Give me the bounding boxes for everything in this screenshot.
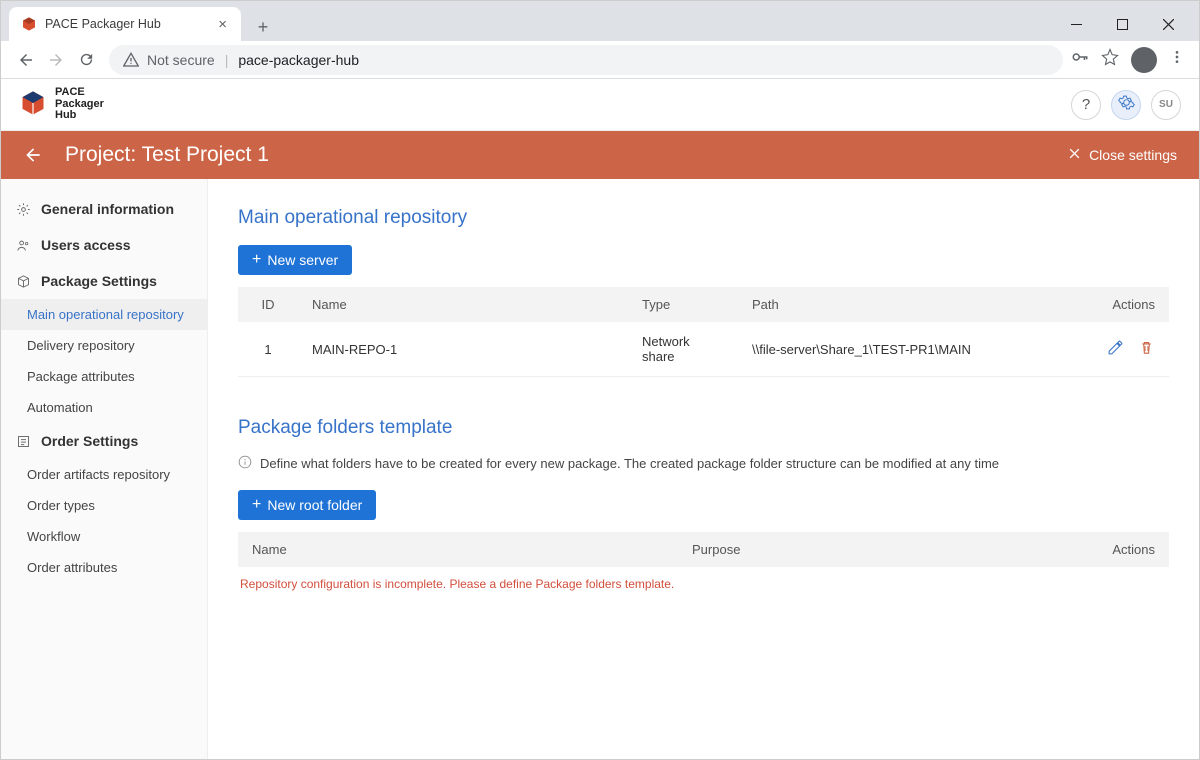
sidebar-item-package-attrs[interactable]: Package attributes	[1, 361, 207, 392]
list-icon	[15, 434, 31, 449]
new-tab-button[interactable]: +	[249, 13, 277, 41]
cell-type: Network share	[628, 322, 738, 377]
cube-icon	[21, 16, 37, 32]
sidebar-item-order-artifacts[interactable]: Order artifacts repository	[1, 459, 207, 490]
close-tab-icon[interactable]: ×	[216, 16, 229, 33]
app-header: PACE Packager Hub ? SU	[1, 79, 1199, 131]
back-arrow-icon[interactable]	[23, 145, 43, 165]
sidebar-general-information[interactable]: General information	[1, 191, 207, 227]
cube-icon	[15, 274, 31, 289]
section-title-repo: Main operational repository	[238, 207, 1169, 229]
plus-icon: +	[252, 497, 261, 513]
help-button[interactable]: ?	[1071, 90, 1101, 120]
col-name: Name	[252, 542, 692, 557]
repo-table: ID Name Type Path Actions 1 MAIN-REPO-1 …	[238, 287, 1169, 377]
new-server-button[interactable]: + New server	[238, 245, 352, 275]
main-content: Main operational repository + New server…	[208, 179, 1199, 759]
sidebar-item-workflow[interactable]: Workflow	[1, 521, 207, 552]
question-icon: ?	[1082, 96, 1090, 113]
sidebar-package-settings[interactable]: Package Settings	[1, 263, 207, 299]
menu-icon[interactable]	[1169, 49, 1185, 70]
col-actions: Actions	[1069, 287, 1169, 322]
key-icon[interactable]	[1071, 48, 1089, 71]
forward-button[interactable]	[41, 45, 71, 75]
browser-tab[interactable]: PACE Packager Hub ×	[9, 7, 241, 41]
address-bar: Not secure | pace-packager-hub	[1, 41, 1199, 79]
sidebar-order-settings[interactable]: Order Settings	[1, 423, 207, 459]
settings-button[interactable]	[1111, 90, 1141, 120]
error-message: Repository configuration is incomplete. …	[238, 567, 1169, 601]
url-text: pace-packager-hub	[238, 52, 359, 68]
info-icon	[238, 455, 252, 472]
window-controls	[1053, 7, 1191, 41]
tab-title: PACE Packager Hub	[45, 17, 161, 31]
sidebar: General information Users access Package…	[1, 179, 208, 759]
col-type: Type	[628, 287, 738, 322]
reload-button[interactable]	[71, 45, 101, 75]
col-name: Name	[298, 287, 628, 322]
col-actions: Actions	[1055, 542, 1155, 557]
gear-icon	[1118, 94, 1135, 115]
close-settings-label: Close settings	[1089, 147, 1177, 163]
gear-icon	[15, 202, 31, 217]
col-id: ID	[238, 287, 298, 322]
project-title: Project: Test Project 1	[65, 143, 269, 167]
back-button[interactable]	[11, 45, 41, 75]
not-secure-icon	[123, 52, 139, 68]
browser-chrome: PACE Packager Hub × +	[1, 1, 1199, 79]
edit-icon[interactable]	[1107, 339, 1124, 356]
new-root-folder-button[interactable]: + New root folder	[238, 490, 376, 520]
cell-actions	[1069, 322, 1169, 377]
col-path: Path	[738, 287, 1069, 322]
sidebar-item-automation[interactable]: Automation	[1, 392, 207, 423]
minimize-button[interactable]	[1053, 9, 1099, 39]
app-logo[interactable]: PACE Packager Hub	[19, 87, 104, 122]
cube-icon	[19, 89, 47, 120]
info-text: Define what folders have to be created f…	[260, 456, 999, 471]
table-row: 1 MAIN-REPO-1 Network share \\file-serve…	[238, 322, 1169, 377]
users-icon	[15, 238, 31, 253]
close-settings-button[interactable]: Close settings	[1068, 147, 1177, 163]
delete-icon[interactable]	[1138, 339, 1155, 356]
sidebar-item-order-attrs[interactable]: Order attributes	[1, 552, 207, 583]
folders-table-header: Name Purpose Actions	[238, 532, 1169, 567]
not-secure-label: Not secure	[147, 52, 215, 68]
section-title-folders: Package folders template	[238, 417, 1169, 439]
user-avatar[interactable]: SU	[1151, 90, 1181, 120]
project-title-bar: Project: Test Project 1 Close settings	[1, 131, 1199, 179]
sidebar-item-main-repo[interactable]: Main operational repository	[1, 299, 207, 330]
cell-id: 1	[238, 322, 298, 377]
body: General information Users access Package…	[1, 179, 1199, 759]
close-icon	[1068, 147, 1081, 163]
url-box[interactable]: Not secure | pace-packager-hub	[109, 45, 1063, 75]
info-row: Define what folders have to be created f…	[238, 455, 1169, 472]
sidebar-item-order-types[interactable]: Order types	[1, 490, 207, 521]
cell-path: \\file-server\Share_1\TEST-PR1\MAIN	[738, 322, 1069, 377]
close-window-button[interactable]	[1145, 9, 1191, 39]
url-divider: |	[225, 52, 229, 68]
user-initials: SU	[1159, 99, 1173, 110]
app-logo-text: PACE Packager Hub	[55, 87, 104, 122]
plus-icon: +	[252, 252, 261, 268]
profile-avatar-icon[interactable]	[1131, 47, 1157, 73]
star-icon[interactable]	[1101, 48, 1119, 71]
cell-name: MAIN-REPO-1	[298, 322, 628, 377]
addr-right	[1071, 47, 1189, 73]
sidebar-item-delivery-repo[interactable]: Delivery repository	[1, 330, 207, 361]
tab-strip: PACE Packager Hub × +	[1, 1, 1199, 41]
col-purpose: Purpose	[692, 542, 1055, 557]
maximize-button[interactable]	[1099, 9, 1145, 39]
sidebar-users-access[interactable]: Users access	[1, 227, 207, 263]
